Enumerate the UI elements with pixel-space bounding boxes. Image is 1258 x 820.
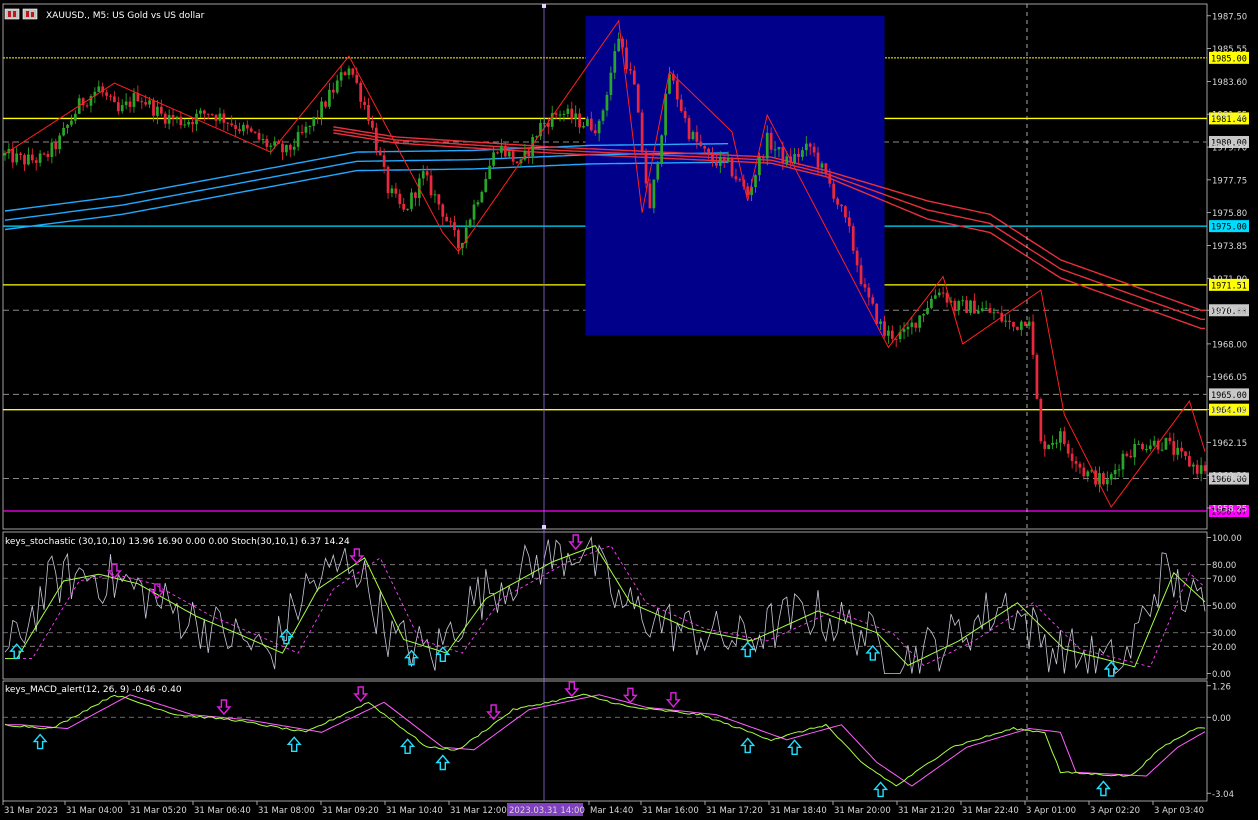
price-axis-label: 1968.00: [1212, 340, 1247, 350]
time-axis-label: 31 Mar 09:20: [322, 806, 379, 816]
time-axis-label: 3 Apr 02:20: [1090, 806, 1140, 816]
price-axis-label: 1977.75: [1212, 176, 1247, 186]
time-axis-label: 31 Mar 21:20: [898, 806, 955, 816]
crosshair-handle-bottom: [542, 525, 546, 529]
price-axis-label: 1960.20: [1212, 472, 1247, 482]
time-axis-label: 31 Mar 12:00: [450, 806, 507, 816]
time-axis-label: 31 Mar 16:00: [642, 806, 699, 816]
price-axis-label: 1964.10: [1212, 406, 1247, 416]
candle: [656, 160, 660, 183]
time-axis-label: 31 Mar 20:00: [834, 806, 891, 816]
price-axis-label: 1973.85: [1212, 242, 1247, 252]
candle: [730, 156, 734, 178]
candle: [875, 303, 879, 326]
stoch-axis-label: 80.00: [1212, 561, 1236, 571]
svg-text:2023.03.31 14:00: 2023.03.31 14:00: [509, 806, 585, 816]
macd-axis-label: 1.26: [1212, 682, 1231, 692]
trading-chart[interactable]: 1985.001981.401980.001975.001971.511970.…: [0, 0, 1258, 820]
candle: [480, 190, 484, 204]
candle: [1164, 437, 1168, 450]
price-axis-label: 1958.25: [1212, 504, 1247, 514]
price-axis-label: 1981.65: [1212, 111, 1247, 121]
price-axis-label: 1979.70: [1212, 144, 1247, 154]
time-axis-label: 3 Apr 01:00: [1026, 806, 1076, 816]
candle: [1039, 397, 1043, 444]
candle: [636, 83, 640, 113]
price-axis-label: 1971.90: [1212, 275, 1247, 285]
stoch-axis-label: 0.00: [1212, 670, 1231, 680]
price-axis-label: 1983.60: [1212, 78, 1247, 88]
time-axis-label: 31 Mar 17:20: [706, 806, 763, 816]
time-axis-label: Mar 14:40: [590, 806, 633, 816]
time-axis-label: 31 Mar 05:20: [130, 806, 187, 816]
crosshair-handle-top: [542, 4, 546, 8]
stochastic-title: keys_stochastic (30,10,10) 13.96 16.90 0…: [5, 537, 350, 547]
candle: [468, 218, 472, 229]
stoch-axis-label: 30.00: [1212, 629, 1236, 639]
price-axis-label: 1970.00: [1212, 307, 1247, 317]
candle: [652, 179, 656, 214]
time-axis-label: 31 Mar 22:40: [962, 806, 1019, 816]
stoch-axis-label: 50.00: [1212, 602, 1236, 612]
window-title: XAUUSD., M5: US Gold vs US dollar: [46, 11, 205, 21]
price-axis-label: 1966.05: [1212, 373, 1247, 383]
stoch-axis-label: 20.00: [1212, 643, 1236, 653]
crosshair-time-label: 2023.03.31 14:00: [507, 803, 585, 816]
candle: [640, 109, 644, 154]
time-axis-label: 31 Mar 10:40: [386, 806, 443, 816]
stoch-axis-label: 100.00: [1212, 534, 1242, 544]
time-axis-label: 31 Mar 2023: [4, 806, 58, 816]
candle: [1023, 321, 1027, 327]
time-axis-label: 31 Mar 06:40: [194, 806, 251, 816]
candle: [851, 223, 855, 254]
stoch-axis-label: 70.00: [1212, 575, 1236, 585]
time-axis-label: 31 Mar 08:00: [258, 806, 315, 816]
candle: [644, 148, 648, 189]
time-axis-label: 3 Apr 03:40: [1154, 806, 1204, 816]
svg-text:1985.00: 1985.00: [1211, 54, 1247, 64]
price-axis-label: 1962.15: [1212, 439, 1247, 449]
candle: [687, 115, 691, 142]
price-axis-label: 1975.80: [1212, 209, 1247, 219]
macd-axis-label: 0.00: [1212, 714, 1231, 724]
svg-text:1965.00: 1965.00: [1211, 391, 1247, 401]
price-level-tag: 1965.00: [1209, 388, 1249, 401]
macd-axis-label: -3.04: [1212, 790, 1234, 800]
price-axis-label: 1985.55: [1212, 45, 1247, 55]
svg-text:1975.00: 1975.00: [1211, 223, 1247, 233]
macd-title: keys_MACD_alert(12, 26, 9) -0.46 -0.40: [5, 685, 182, 695]
time-axis-label: 31 Mar 04:00: [66, 806, 123, 816]
candle: [1035, 352, 1039, 400]
candle: [1102, 471, 1105, 486]
candle: [660, 134, 664, 167]
candle: [1047, 444, 1051, 450]
price-axis-label: 1987.50: [1212, 12, 1247, 22]
time-axis-label: 31 Mar 18:40: [770, 806, 827, 816]
price-level-tag: 1975.00: [1209, 220, 1249, 233]
